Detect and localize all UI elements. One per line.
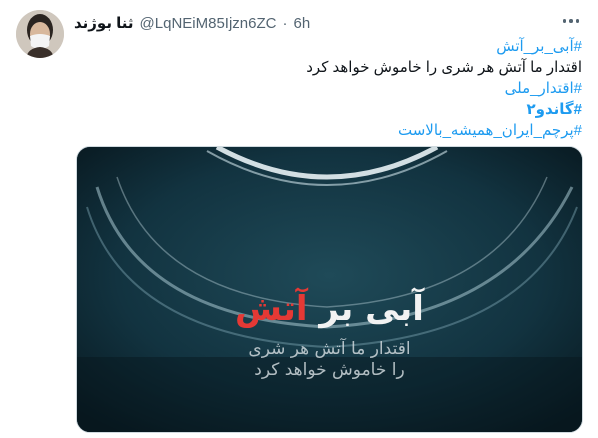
hashtag-parcham-iran[interactable]: #پرچم_ایران_همیشه_بالاست [74, 120, 582, 141]
masked-person-avatar-icon [16, 10, 64, 58]
poster-title: آبی بر آتش [77, 289, 582, 329]
hashtag-gando2[interactable]: #گاندو۲ [74, 99, 582, 120]
poster-subtitle: اقتدار ما آتش هر شری را خاموش خواهد کرد [77, 339, 582, 381]
tweet-header: ثنا بوژند @LqNEiM85Ijzn6ZC · 6h [74, 12, 582, 34]
separator: · [282, 14, 288, 32]
tweet-sentence: اقتدار ما آتش هر شری را خاموش خواهد کرد [306, 59, 582, 76]
poster-title-red: آتش [235, 289, 308, 329]
author-name[interactable]: ثنا بوژند [74, 14, 134, 32]
more-options-icon[interactable] [558, 8, 584, 34]
tweet-card[interactable]: ثنا بوژند @LqNEiM85Ijzn6ZC · 6h #آبی_بر_… [0, 0, 598, 438]
tweet-text: #آبی_بر_آتش اقتدار ما آتش هر شری را خامو… [74, 36, 582, 141]
poster-title-white: آبی بر [319, 289, 424, 329]
hashtag-eqtedar-melli[interactable]: #اقتدار_ملی [74, 78, 582, 99]
avatar[interactable] [16, 10, 64, 58]
timestamp[interactable]: 6h [293, 15, 310, 32]
tweet-image[interactable]: آبی بر آتش اقتدار ما آتش هر شری را خاموش… [76, 146, 583, 433]
hashtag-abi-bar-atash[interactable]: #آبی_بر_آتش [74, 36, 582, 57]
poster-subtitle-line2: را خاموش خواهد کرد [254, 360, 405, 380]
poster-subtitle-line1: اقتدار ما آتش هر شری [248, 339, 411, 359]
author-handle[interactable]: @LqNEiM85Ijzn6ZC [140, 15, 277, 32]
